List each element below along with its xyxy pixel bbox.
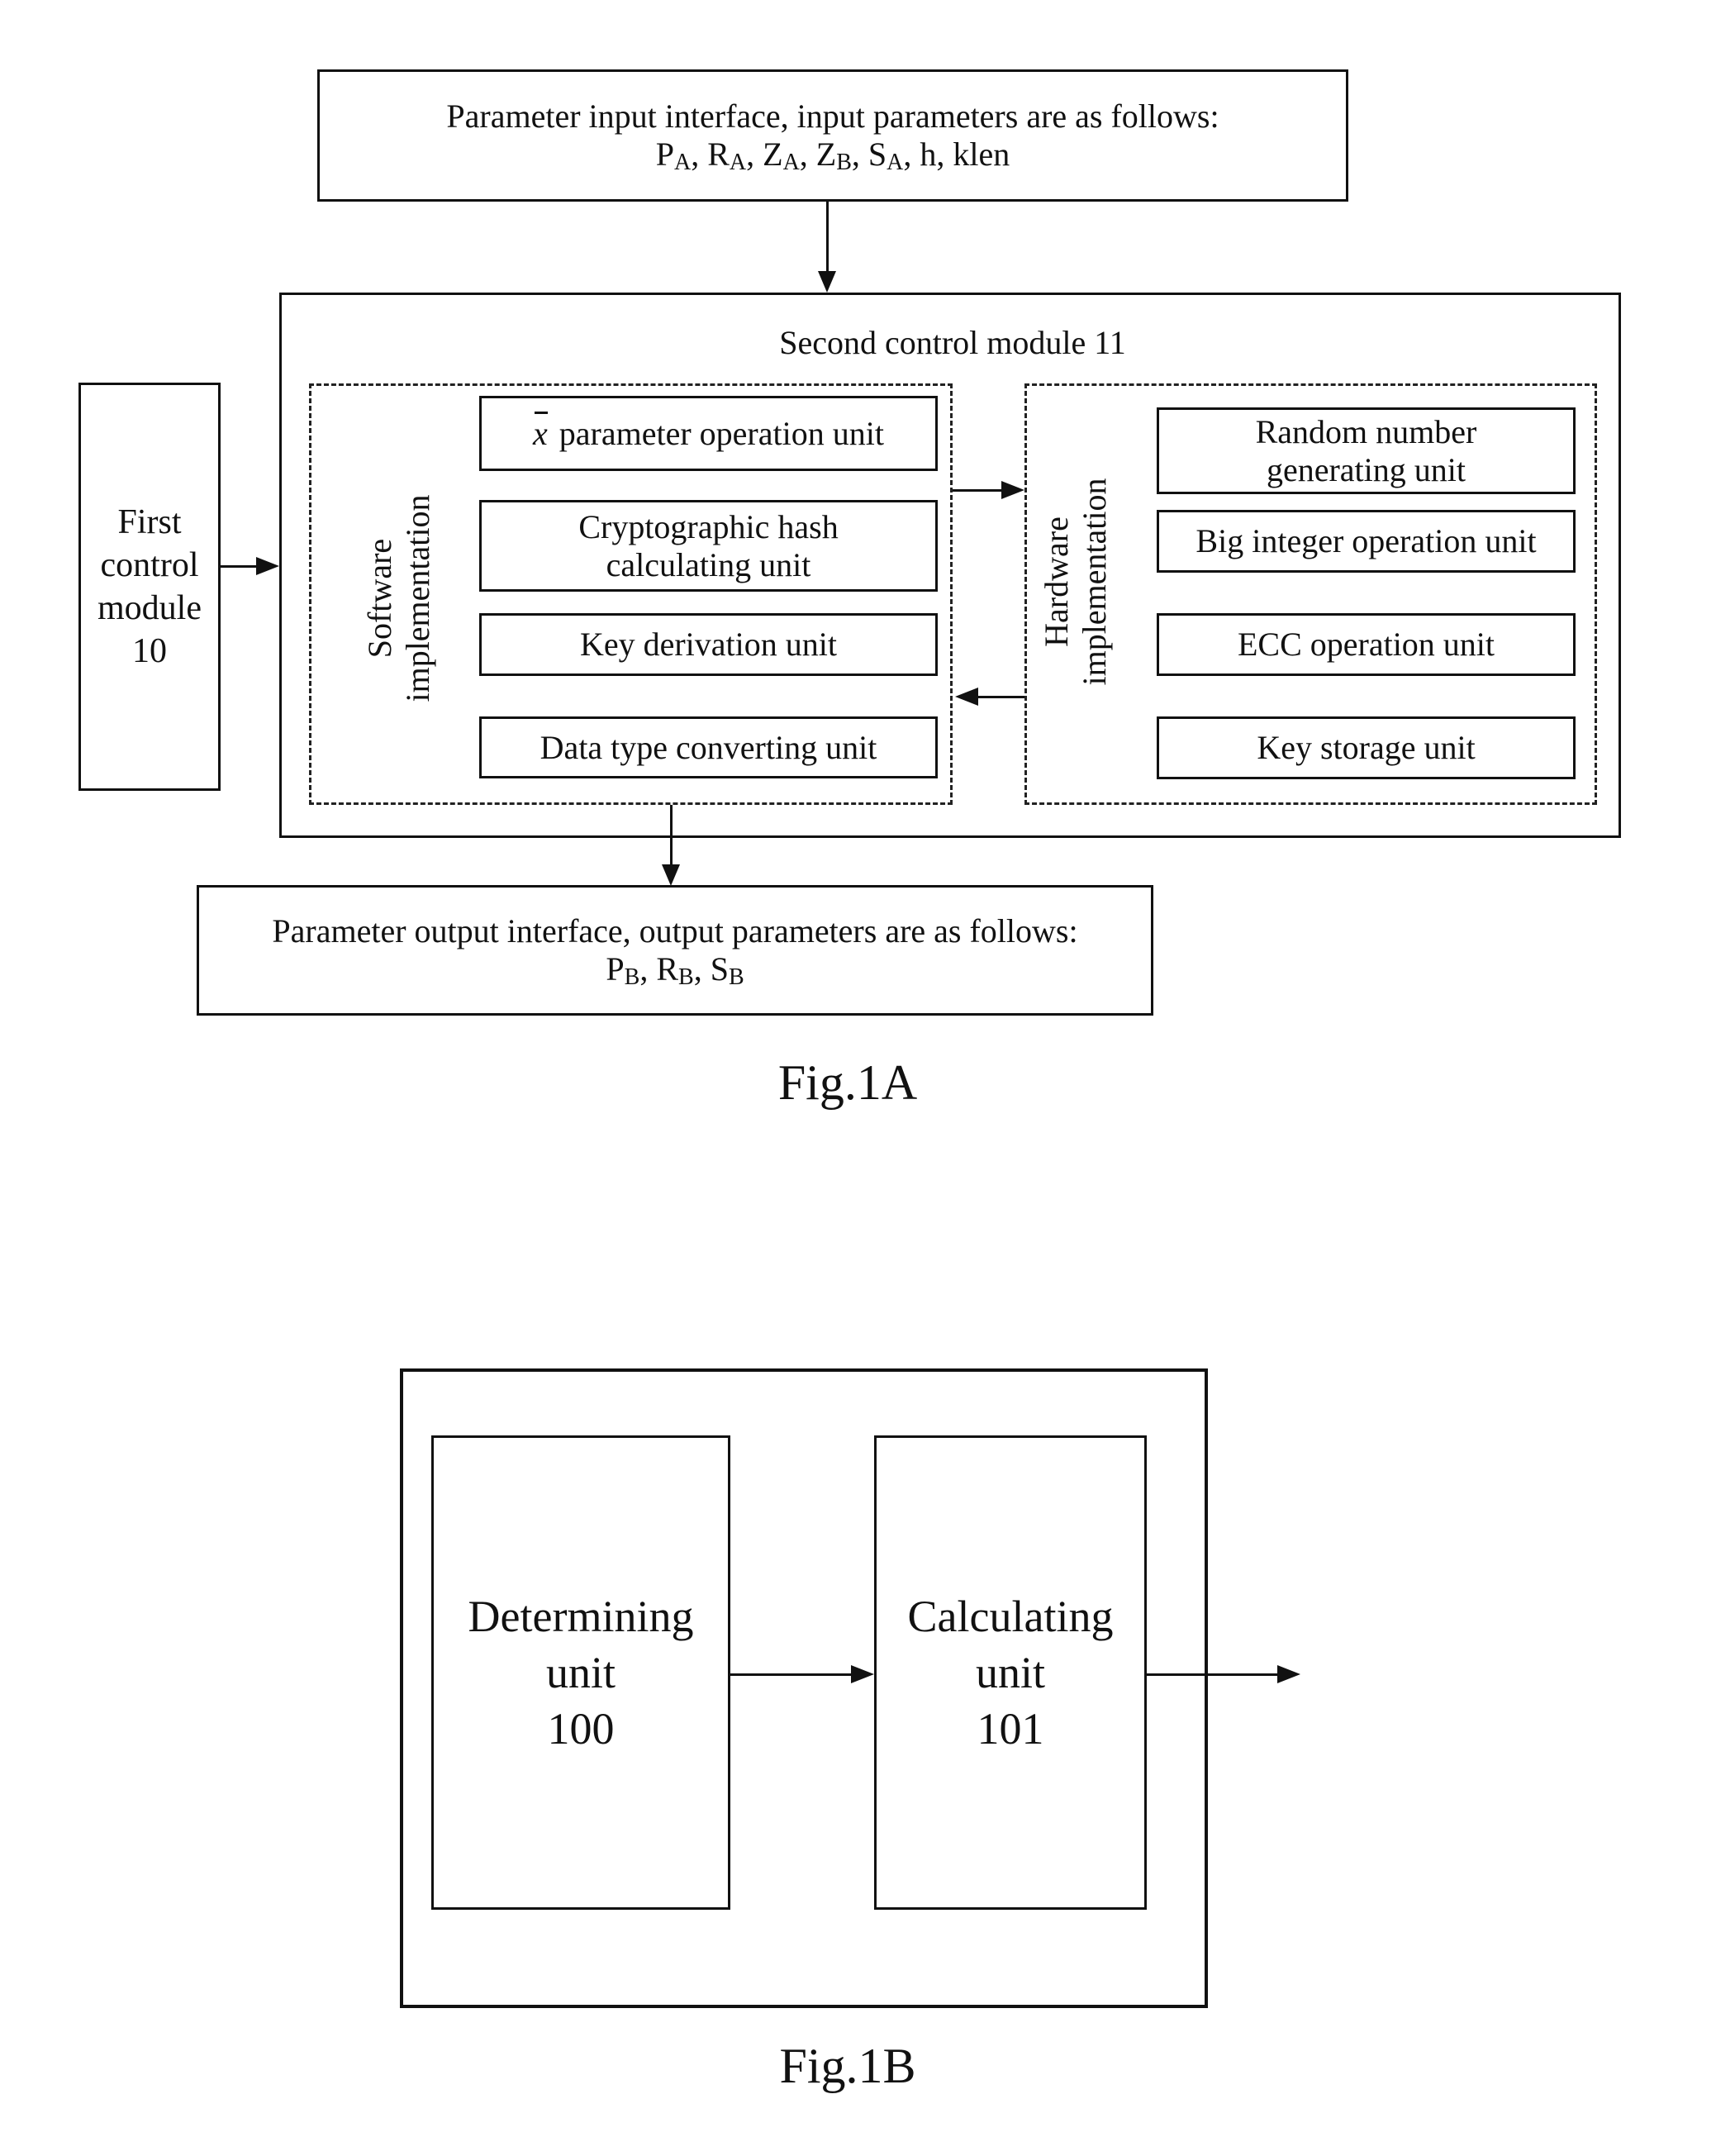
data-type-label: Data type converting unit [540,728,877,766]
second-control-title: Second control module 11 [779,324,1126,361]
x-parameter-label-row: x parameter operation unit [533,411,884,453]
parameter-item: ZA [763,136,800,176]
arrow-input-to-second-control [826,202,829,273]
software-label-line2: implementation [399,494,436,702]
parameter-item: SA [868,136,904,176]
calculating-line: unit [975,1648,1045,1697]
figure-caption-1b: Fig.1B [779,2039,916,2093]
arrowhead-right-icon [851,1665,874,1683]
cryptographic-hash-unit: Cryptographic hash calculating unit [479,500,938,592]
hash-label-line2: calculating unit [606,545,811,583]
hardware-label-line2: implementation [1076,478,1113,686]
arrow-calculating-output [1147,1673,1279,1676]
arrowhead-down-icon [662,864,680,886]
random-label-line1: Random number [1255,412,1477,450]
first-control-module: First control module 10 [78,383,221,791]
x-parameter-operation-unit: x parameter operation unit [479,396,938,471]
ecc-label: ECC operation unit [1237,626,1495,663]
determining-unit: Determining unit 100 [431,1435,730,1910]
parameter-subscript: B [728,964,744,991]
arrow-determining-to-calculating [730,1673,854,1676]
calculating-unit: Calculating unit 101 [874,1435,1147,1910]
first-control-line: 10 [132,632,167,670]
key-storage-unit: Key storage unit [1157,716,1576,779]
key-storage-label: Key storage unit [1257,729,1476,766]
arrowhead-right-icon [256,557,279,575]
arrow-software-to-hardware [953,489,1002,492]
parameter-item: RA [707,136,747,176]
input-interface-title: Parameter input interface, input paramet… [446,98,1219,135]
parameter-subscript: A [782,150,800,176]
arrowhead-right-icon [1277,1665,1300,1683]
parameter-input-interface: Parameter input interface, input paramet… [317,69,1348,202]
input-parameter-list: PA, RA, ZA, ZB, SA, h, klen [655,136,1010,176]
parameter-item: SB [710,950,744,991]
data-type-converting-unit: Data type converting unit [479,716,938,778]
parameter-item: PB [606,950,640,991]
arrow-second-control-to-output [670,805,673,868]
big-integer-operation-unit: Big integer operation unit [1157,510,1576,573]
hardware-implementation-label: Hardware implementation [1038,458,1114,706]
software-label-line1: Software [361,538,398,659]
x-parameter-label: parameter operation unit [559,414,884,452]
figure-caption-1a: Fig.1A [777,1055,918,1110]
software-implementation-label: Software implementation [361,474,437,722]
parameter-subscript: A [673,150,692,176]
output-parameter-list: PB, RB, SB [606,950,744,991]
parameter-item: PA [655,136,692,176]
x-bar-symbol: x [533,411,548,452]
parameter-item: ZB [815,136,852,176]
arrowhead-down-icon [818,271,836,293]
first-control-line: module [97,589,202,627]
first-control-line: First [117,503,182,541]
parameter-item: h [920,136,937,173]
hash-label-line1: Cryptographic hash [578,507,839,545]
determining-line: unit [545,1648,616,1697]
determining-line: Determining [468,1592,694,1641]
calculating-line: Calculating [907,1592,1114,1641]
parameter-subscript: A [729,150,747,176]
ecc-operation-unit: ECC operation unit [1157,613,1576,676]
parameter-output-interface: Parameter output interface, output param… [197,885,1153,1016]
parameter-item: klen [953,136,1010,173]
big-integer-label: Big integer operation unit [1195,522,1537,559]
arrowhead-left-icon [955,688,978,706]
random-label-line2: generating unit [1266,450,1466,488]
random-number-generating-unit: Random number generating unit [1157,407,1576,494]
parameter-item: RB [656,950,694,991]
output-interface-title: Parameter output interface, output param… [272,912,1078,949]
arrow-first-to-second-control [221,565,259,568]
first-control-line: control [100,546,199,584]
determining-line: 100 [547,1704,615,1754]
parameter-subscript: A [887,150,904,176]
key-derivation-label: Key derivation unit [579,626,838,663]
arrow-hardware-to-software [975,696,1024,698]
arrowhead-right-icon [1001,481,1024,499]
parameter-subscript: B [624,964,640,991]
parameter-subscript: B [836,150,852,176]
parameter-subscript: B [678,964,694,991]
key-derivation-unit: Key derivation unit [479,613,938,676]
calculating-line: 101 [977,1704,1044,1754]
hardware-label-line1: Hardware [1038,516,1075,647]
